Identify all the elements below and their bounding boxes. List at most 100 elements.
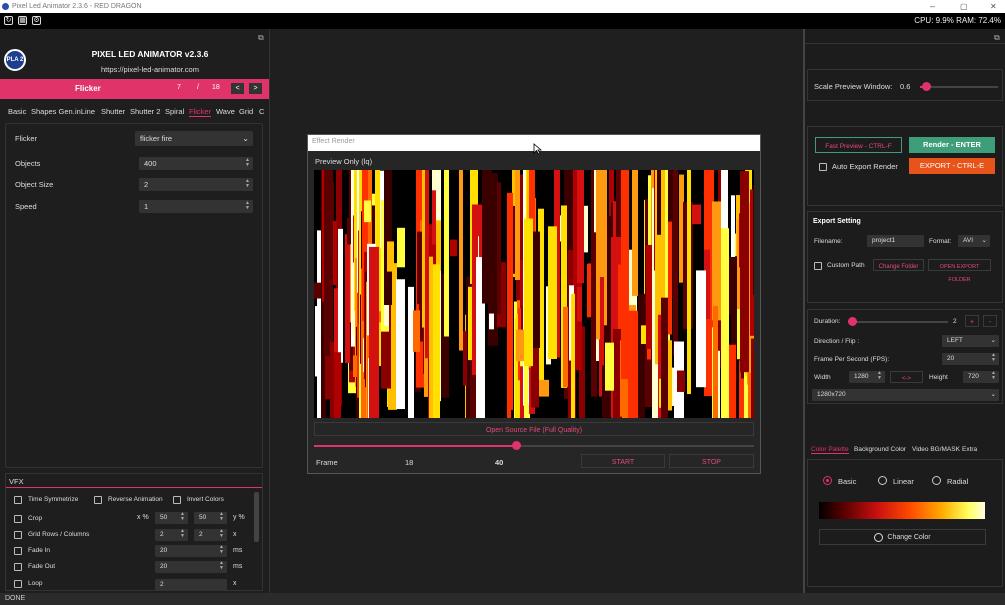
tab-video-bg-mask[interactable]: Video BG/MASK bbox=[912, 446, 960, 453]
tab-inline[interactable]: inLine bbox=[75, 107, 95, 116]
filename-label: Filename: bbox=[814, 238, 843, 245]
close-icon[interactable]: ✕ bbox=[990, 0, 997, 13]
auto-export-checkbox[interactable] bbox=[819, 163, 827, 171]
spinner-icon[interactable]: ▲ ▼ bbox=[180, 529, 185, 539]
crop-y-input[interactable]: 50 ▲ ▼ bbox=[194, 512, 227, 524]
undock-icon[interactable]: ⧉ bbox=[258, 33, 264, 43]
basic-radio[interactable] bbox=[823, 476, 832, 485]
settings-icon[interactable]: ⚙ bbox=[32, 16, 41, 25]
open-export-folder-button[interactable]: OPEN EXPORT FOLDER bbox=[928, 259, 991, 283]
tab-background-color[interactable]: Background Color bbox=[854, 446, 906, 453]
open-source-file-button[interactable]: Open Source File (Full Quality) bbox=[314, 422, 754, 436]
app-url[interactable]: https://pixel-led-animator.com bbox=[40, 65, 260, 74]
next-effect-button[interactable]: > bbox=[249, 83, 262, 94]
spinner-icon[interactable]: ▲ ▼ bbox=[877, 371, 882, 381]
undock-icon[interactable]: ⧉ bbox=[994, 33, 1000, 43]
spinner-icon[interactable]: ▲ ▼ bbox=[219, 512, 224, 522]
open-export-folder-label: OPEN EXPORT FOLDER bbox=[939, 264, 980, 283]
tab-shutter[interactable]: Shutter bbox=[101, 107, 125, 116]
filename-input[interactable]: project1 bbox=[867, 235, 924, 247]
fade-in-input[interactable]: 20 ▲ ▼ bbox=[155, 545, 227, 557]
tab-wave[interactable]: Wave bbox=[216, 107, 235, 116]
time-symmetrize-checkbox[interactable] bbox=[14, 496, 22, 504]
grid-rows-input[interactable]: 2 ▲ ▼ bbox=[155, 529, 188, 541]
tab-flicker[interactable]: Flicker bbox=[189, 107, 212, 117]
fade-in-checkbox[interactable] bbox=[14, 547, 22, 555]
spinner-icon[interactable]: ▲ ▼ bbox=[991, 371, 996, 381]
custom-path-checkbox[interactable] bbox=[814, 262, 822, 270]
export-button[interactable]: EXPORT - CTRL-E bbox=[909, 158, 995, 174]
palette-gradient[interactable] bbox=[819, 502, 985, 519]
resolution-select[interactable]: 1280x720 ⌄ bbox=[812, 389, 999, 401]
linear-radio[interactable] bbox=[878, 476, 887, 485]
spinner-icon[interactable]: ▲ ▼ bbox=[245, 201, 250, 211]
fade-out-input[interactable]: 20 ▲ ▼ bbox=[155, 561, 227, 573]
start-button[interactable]: START bbox=[581, 454, 665, 468]
crop-x-input[interactable]: 50 ▲ ▼ bbox=[155, 512, 188, 524]
reverse-animation-checkbox[interactable] bbox=[94, 496, 102, 504]
render-button[interactable]: Render - ENTER bbox=[909, 137, 995, 153]
spinner-icon[interactable]: ▲ ▼ bbox=[219, 529, 224, 539]
tab-basic[interactable]: Basic bbox=[8, 107, 26, 116]
stop-button[interactable]: STOP bbox=[669, 454, 754, 468]
tab-extra[interactable]: Extra bbox=[962, 446, 977, 453]
spinner-icon[interactable]: ▲ ▼ bbox=[245, 179, 250, 189]
tab-color-palette[interactable]: Color Palette bbox=[811, 446, 849, 454]
invert-colors-checkbox[interactable] bbox=[173, 496, 181, 504]
frame-slider-handle[interactable] bbox=[512, 441, 522, 450]
grid-checkbox[interactable] bbox=[14, 531, 22, 539]
duration-plus-button[interactable]: + bbox=[965, 315, 979, 327]
spinner-icon[interactable]: ▲ ▼ bbox=[219, 545, 224, 555]
loop-checkbox[interactable] bbox=[14, 580, 22, 588]
prev-effect-button[interactable]: < bbox=[231, 83, 244, 94]
tab-grid[interactable]: Grid bbox=[239, 107, 253, 116]
crop-checkbox[interactable] bbox=[14, 515, 22, 523]
width-input[interactable]: 1280 ▲ ▼ bbox=[849, 371, 885, 383]
direction-select[interactable]: LEFT ⌄ bbox=[942, 335, 999, 347]
tab-spiral[interactable]: Spiral bbox=[165, 107, 184, 116]
effect-settings-panel: ⧉ PLA 2 PIXEL LED ANIMATOR v2.3.6 https:… bbox=[0, 29, 270, 593]
loop-unit: x bbox=[233, 580, 237, 587]
speed-input[interactable]: 1 ▲ ▼ bbox=[139, 200, 253, 213]
refresh-icon[interactable]: ↻ bbox=[4, 16, 13, 25]
frame-slider-track[interactable] bbox=[314, 441, 754, 450]
scale-slider-handle[interactable] bbox=[922, 82, 931, 91]
height-input[interactable]: 720 ▲ ▼ bbox=[963, 371, 999, 383]
mouse-cursor-icon bbox=[533, 143, 542, 155]
radial-radio[interactable] bbox=[932, 476, 941, 485]
render-area: Effect Render Preview Only (lq) Open Sou… bbox=[270, 29, 803, 593]
spinner-icon[interactable]: ▲ ▼ bbox=[245, 158, 250, 168]
maximize-icon[interactable]: ▢ bbox=[960, 0, 968, 13]
spinner-icon[interactable]: ▲ ▼ bbox=[219, 561, 224, 571]
scale-slider-track[interactable] bbox=[920, 82, 998, 91]
tab-shapes-gen[interactable]: Shapes Gen. bbox=[31, 107, 75, 116]
duration-minus-button[interactable]: - bbox=[983, 315, 997, 327]
fade-out-checkbox[interactable] bbox=[14, 563, 22, 571]
fps-label: Frame Per Second (FPS): bbox=[814, 356, 890, 363]
grid-icon[interactable]: ▦ bbox=[18, 16, 27, 25]
duration-slider-track[interactable] bbox=[848, 317, 948, 326]
loop-input[interactable]: 2 bbox=[155, 579, 227, 590]
change-color-button[interactable]: Change Color bbox=[819, 529, 986, 545]
fps-input[interactable]: 20 ▲ ▼ bbox=[942, 353, 999, 365]
tab-more[interactable]: C bbox=[259, 107, 264, 116]
duration-slider-handle[interactable] bbox=[848, 317, 857, 326]
minimize-icon[interactable]: – bbox=[930, 0, 935, 13]
speed-value: 1 bbox=[144, 202, 149, 211]
tab-shutter-2[interactable]: Shutter 2 bbox=[130, 107, 160, 116]
link-dimensions-button[interactable]: <-> bbox=[890, 371, 923, 383]
spinner-icon[interactable]: ▲ ▼ bbox=[991, 353, 996, 363]
stop-label: STOP bbox=[702, 459, 721, 466]
change-folder-button[interactable]: Change Folder bbox=[873, 259, 924, 271]
vfx-scrollbar[interactable] bbox=[254, 492, 259, 542]
object-size-input[interactable]: 2 ▲ ▼ bbox=[139, 178, 253, 191]
fast-preview-button[interactable]: Fast Preview - CTRL-F bbox=[815, 137, 902, 153]
format-select[interactable]: AVI ⌄ bbox=[958, 235, 990, 247]
format-label: Format: bbox=[929, 238, 952, 245]
loop-value: 2 bbox=[160, 581, 164, 588]
duration-label: Duration: bbox=[814, 318, 841, 325]
flicker-mode-select[interactable]: flicker fire ⌄ bbox=[135, 131, 253, 146]
grid-cols-input[interactable]: 2 ▲ ▼ bbox=[194, 529, 227, 541]
objects-input[interactable]: 400 ▲ ▼ bbox=[139, 157, 253, 170]
spinner-icon[interactable]: ▲ ▼ bbox=[180, 512, 185, 522]
